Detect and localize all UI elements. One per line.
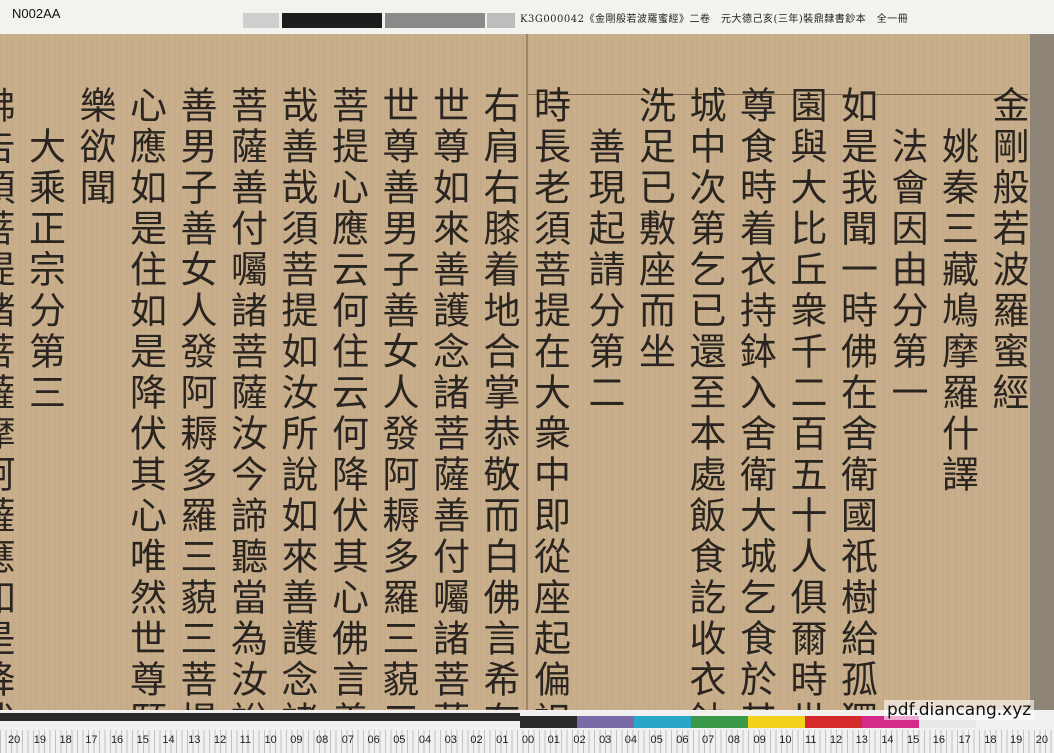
ruler-number: 09 — [290, 734, 303, 746]
ruler-number: 17 — [958, 734, 971, 746]
ruler-number: 08 — [315, 734, 329, 746]
ruler-number: 11 — [239, 734, 252, 746]
text-column: 法會因由分第一 — [885, 86, 928, 414]
ruler-number: 03 — [444, 734, 457, 746]
ruler-number: 16 — [932, 734, 946, 746]
text-column: 金剛般若波羅蜜經 — [986, 86, 1029, 414]
watermark: pdf.diancang.xyz — [884, 700, 1035, 720]
ruler-number: 00 — [521, 734, 535, 746]
ruler-number: 01 — [547, 734, 560, 746]
ruler-number: 07 — [341, 734, 354, 746]
calibration-patch — [487, 13, 515, 28]
ruler-number: 15 — [136, 734, 149, 746]
calibration-patch — [282, 13, 382, 28]
text-column: 如是我聞一時佛在舍衛國祇樹給孤獨 — [834, 86, 878, 742]
color-swatch — [577, 716, 634, 728]
calibration-black-bar — [0, 713, 520, 721]
volume-id-label: N002AA — [12, 6, 61, 21]
text-column: 園與大比丘衆千二百五十人俱爾時世 — [784, 86, 827, 742]
text-column: 城中次第乞已還至本處飯食訖收衣鉢 — [683, 86, 726, 742]
text-column: 姚秦三藏鳩摩羅什譯 — [935, 86, 979, 496]
ruler-number: 20 — [8, 734, 21, 746]
catalog-header-bar: N002AA K3G000042《金剛般若波羅蜜經》二卷 元大德己亥(三年)裝鼎… — [0, 0, 1054, 34]
ruler-number: 14 — [162, 734, 175, 746]
ruler-number: 02 — [573, 734, 586, 746]
ruler-number: 13 — [188, 734, 201, 746]
ruler-number: 03 — [599, 734, 612, 746]
ruler-number: 05 — [650, 734, 663, 746]
ruler-number: 16 — [110, 734, 124, 746]
ruler-number: 10 — [264, 734, 277, 746]
ruler-number: 19 — [33, 734, 46, 746]
ruler-number: 14 — [881, 734, 894, 746]
color-swatch — [520, 716, 577, 728]
ruler-number: 10 — [779, 734, 792, 746]
catalog-description: K3G000042《金剛般若波羅蜜經》二卷 元大德己亥(三年)裝鼎隸書鈔本 全一… — [520, 14, 909, 25]
text-column: 樂欲聞 — [73, 86, 116, 209]
text-column: 時長老須菩提在大衆中即從座起偏袒 — [527, 86, 571, 742]
color-swatch — [748, 716, 805, 728]
ruler-number: 18 — [59, 734, 72, 746]
text-column: 心應如是住如是降伏其心唯然世尊願 — [123, 86, 167, 742]
text-column: 菩提心應云何住云何降伏其心佛言善 — [325, 86, 369, 742]
ruler-number: 20 — [1035, 734, 1048, 746]
page-edge — [1030, 34, 1054, 710]
ruler-number: 09 — [753, 734, 766, 746]
text-column: 洗足已敷座而坐 — [632, 86, 676, 373]
ruler-number: 17 — [85, 734, 98, 746]
ruler-number: 02 — [470, 734, 483, 746]
ruler-number: 18 — [984, 734, 997, 746]
ruler-number: 06 — [676, 734, 689, 746]
ruler-number: 11 — [804, 734, 817, 746]
color-swatch — [805, 716, 862, 728]
color-swatch — [634, 716, 691, 728]
text-column: 善現起請分第二 — [582, 86, 625, 414]
ruler-number: 07 — [702, 734, 715, 746]
text-column: 世尊善男子善女人發阿耨多羅三藐三 — [376, 86, 419, 742]
ruler-number: 01 — [496, 734, 509, 746]
color-swatch — [691, 716, 748, 728]
ruler-number: 15 — [907, 734, 920, 746]
ruler-number: 19 — [1009, 734, 1023, 746]
ruler-number: 08 — [727, 734, 740, 746]
text-column: 大乘正宗分第三 — [22, 86, 66, 414]
text-column: 世尊如來善護念諸菩薩善付囑諸菩薩 — [426, 86, 470, 742]
text-column: 佛告須菩提諸菩薩摩訶薩應如是降伏 — [0, 86, 15, 742]
text-column: 善男子善女人發阿耨多羅三藐三菩提 — [174, 86, 217, 742]
ruler-number: 05 — [393, 734, 406, 746]
ruler-number: 12 — [213, 734, 227, 746]
ruler-number: 13 — [855, 734, 868, 746]
calibration-patch — [385, 13, 485, 28]
ruler-numbers: 20 19 18 17 16 15 14 13 12 11 10 09 08 07 06 05 04 03 02 01… — [8, 734, 1048, 746]
text-column: 尊食時着衣持鉢入舍衛大城乞食於其 — [733, 86, 777, 742]
calibration-patch — [243, 13, 279, 28]
text-column: 右肩右膝着地合掌恭敬而白佛言希有 — [477, 86, 520, 742]
ruler-number: 04 — [418, 734, 432, 746]
ruler-number: 04 — [624, 734, 638, 746]
ruler-number: 06 — [367, 734, 380, 746]
ruler-number: 12 — [829, 734, 843, 746]
text-column: 菩薩善付囑諸菩薩汝今諦聽當為汝說 — [224, 86, 268, 742]
text-column: 哉善哉須菩提如汝所說如來善護念諸 — [275, 86, 318, 742]
